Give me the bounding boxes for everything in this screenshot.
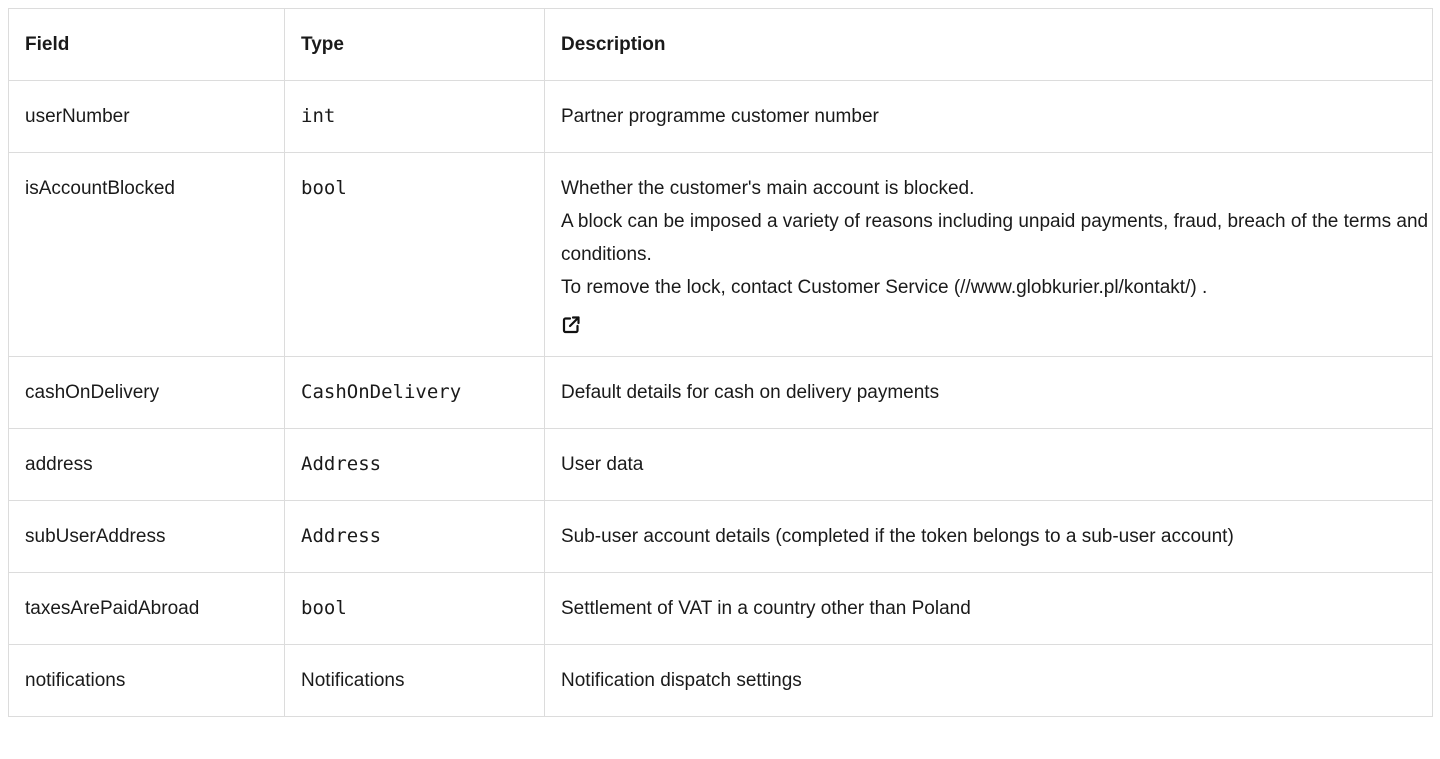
field-description-cell: Settlement of VAT in a country other tha… [544, 572, 1433, 645]
field-description-cell: Partner programme customer number [544, 80, 1433, 153]
field-name-cell: subUserAddress [8, 500, 285, 573]
field-name-cell: userNumber [8, 80, 285, 153]
field-type-cell: bool [284, 572, 545, 645]
field-description-cell: Sub-user account details (completed if t… [544, 500, 1433, 573]
header-field: Field [8, 8, 285, 81]
header-description: Description [544, 8, 1433, 81]
field-description-cell: Notification dispatch settings [544, 644, 1433, 717]
field-name-cell: taxesArePaidAbroad [8, 572, 285, 645]
field-name-cell: notifications [8, 644, 285, 717]
field-name-cell: cashOnDelivery [8, 356, 285, 429]
field-type-cell: Address [284, 428, 545, 501]
table-row: userNumber int Partner programme customer … [8, 80, 1433, 153]
external-link-icon[interactable] [561, 313, 581, 334]
table-row: cashOnDelivery CashOnDelivery Default deta… [8, 356, 1433, 429]
description-line: To remove the lock, contact Customer Ser… [561, 277, 1208, 298]
field-name-cell: isAccountBlocked [8, 152, 285, 357]
field-description-cell: Whether the customer's main account is b… [544, 152, 1433, 357]
description-line: Sub-user account details (completed if t… [561, 526, 1234, 547]
field-name-cell: address [8, 428, 285, 501]
table-body: userNumber int Partner programme customer … [8, 80, 1433, 717]
field-type-cell: Notifications [284, 644, 545, 717]
description-line: User data [561, 454, 644, 475]
table-row: taxesArePaidAbroad bool Settlement of VAT … [8, 572, 1433, 645]
table-row: address Address User data [8, 428, 1433, 501]
table-row: notifications Notifications Notification d… [8, 644, 1433, 717]
description-line: Whether the customer's main account is b… [561, 178, 975, 199]
table-row: subUserAddress Address Sub-user account de… [8, 500, 1433, 573]
fields-table: Field Type Description userNumber int Part… [8, 8, 1433, 717]
description-line: Default details for cash on delivery pay… [561, 382, 940, 403]
fields-table-container: Field Type Description userNumber int Part… [8, 8, 1433, 717]
field-type-cell: int [284, 80, 545, 153]
table-row: isAccountBlocked bool Whether the customer… [8, 152, 1433, 357]
field-description-cell: Default details for cash on delivery pay… [544, 356, 1433, 429]
description-line: Partner programme customer number [561, 106, 879, 127]
description-line: Notification dispatch settings [561, 670, 802, 691]
header-type: Type [284, 8, 545, 81]
field-type-cell: CashOnDelivery [284, 356, 545, 429]
description-line: Settlement of VAT in a country other tha… [561, 598, 971, 619]
field-type-cell: Address [284, 500, 545, 573]
table-header-row: Field Type Description [8, 8, 1433, 81]
field-type-cell: bool [284, 152, 545, 357]
field-description-cell: User data [544, 428, 1433, 501]
description-line: A block can be imposed a variety of reas… [561, 211, 1429, 265]
